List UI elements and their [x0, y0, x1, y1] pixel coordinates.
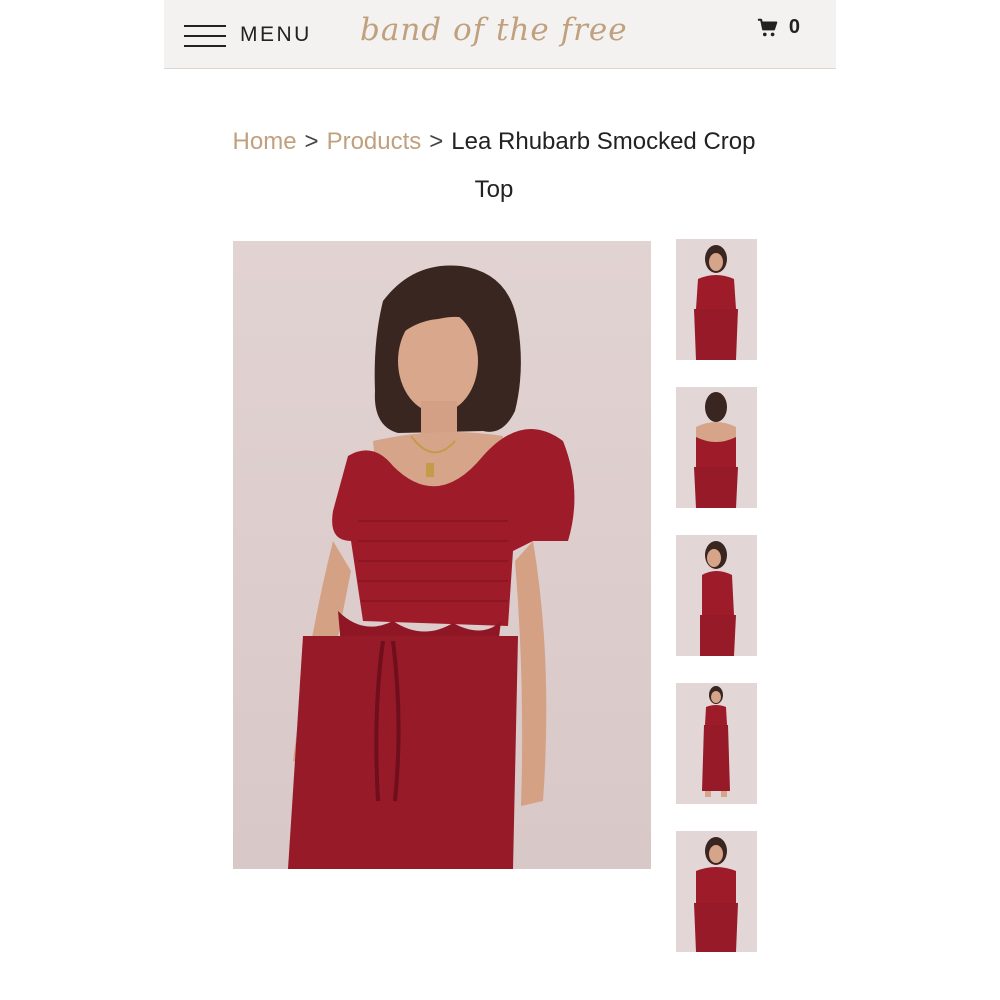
thumbnail-front-view[interactable] — [676, 239, 757, 360]
shopping-cart-icon[interactable] — [757, 17, 779, 39]
main-product-image[interactable] — [233, 241, 651, 869]
hamburger-icon[interactable] — [184, 22, 226, 48]
thumbnail-back-view[interactable] — [676, 387, 757, 508]
breadcrumb-separator: > — [304, 128, 319, 155]
cart-count: 0 — [788, 16, 800, 38]
cart-button[interactable]: 0 — [757, 16, 800, 39]
thumbnail-full-length-view[interactable] — [676, 683, 757, 804]
site-header: MENU band of the free 0 — [164, 0, 836, 69]
breadcrumb-home-link[interactable]: Home — [233, 128, 297, 155]
breadcrumb: Home > Products > Lea Rhubarb Smocked Crop T… — [214, 118, 774, 214]
brand-logo[interactable]: band of the free — [360, 6, 630, 54]
menu-label[interactable]: MENU — [240, 23, 312, 47]
breadcrumb-separator: > — [429, 128, 444, 155]
thumbnail-front-view-alt[interactable] — [676, 831, 757, 952]
thumbnail-side-view[interactable] — [676, 535, 757, 656]
breadcrumb-current: Lea Rhubarb Smocked Crop Top — [451, 128, 756, 203]
menu-button[interactable]: MENU — [184, 18, 312, 52]
breadcrumb-products-link[interactable]: Products — [327, 128, 422, 155]
